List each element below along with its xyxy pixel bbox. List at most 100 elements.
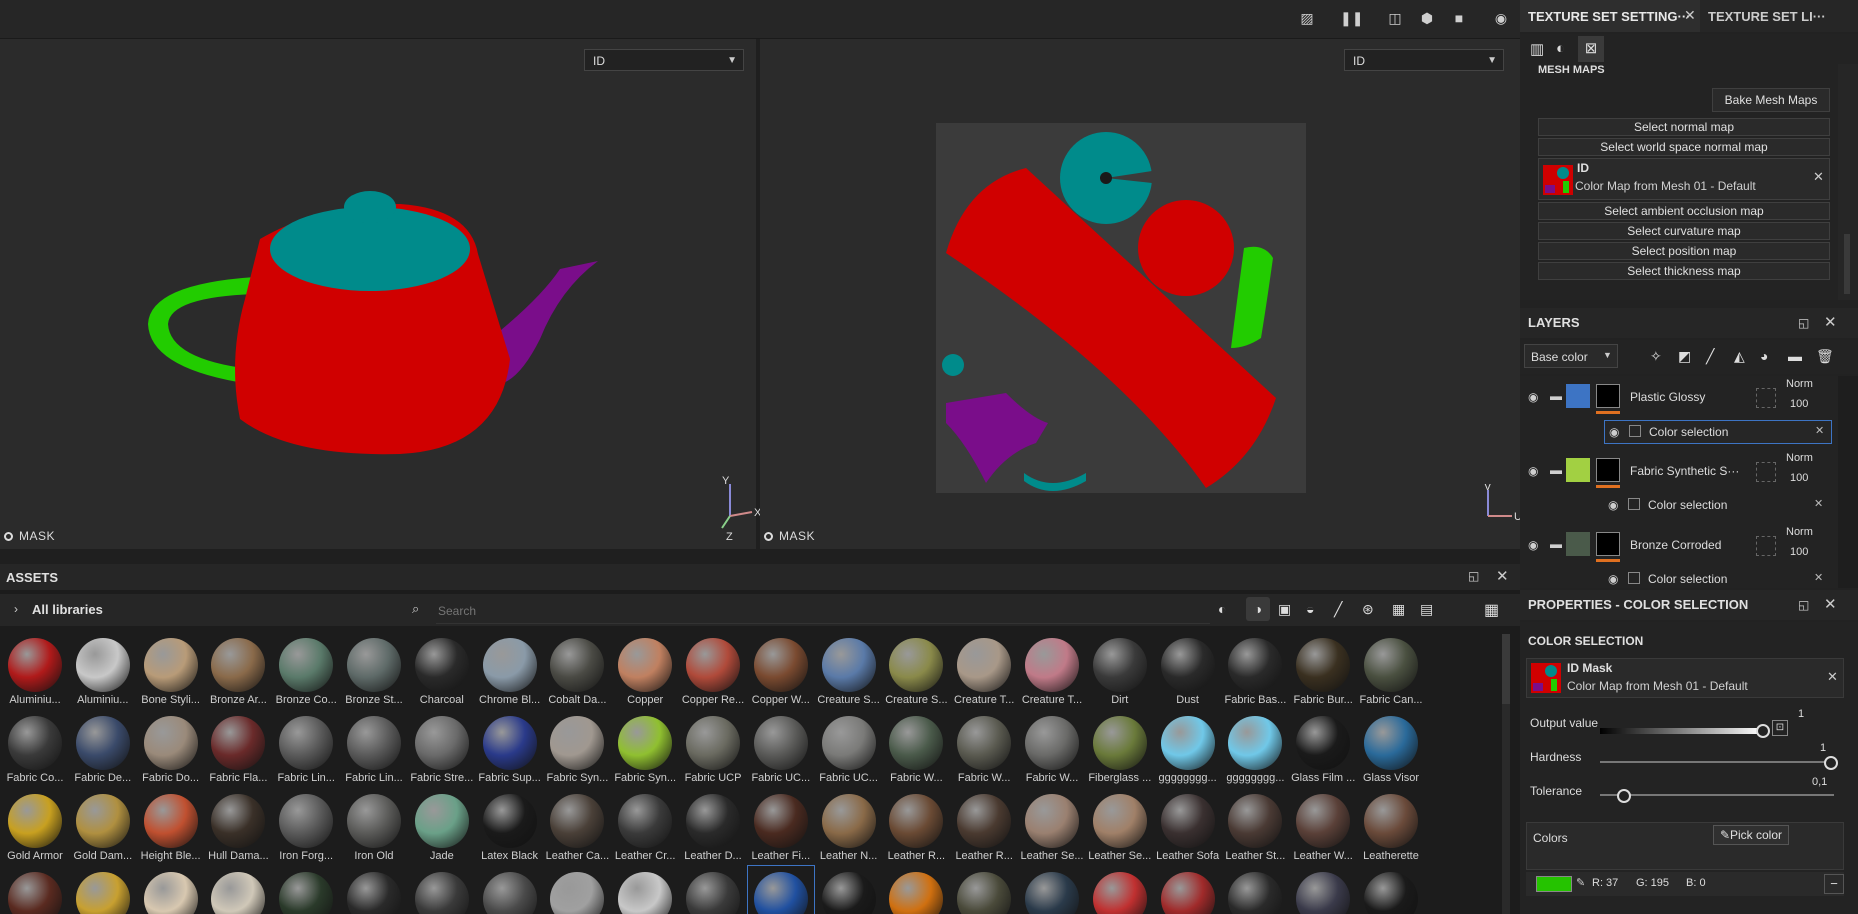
- asset-item[interactable]: Fiberglass ...: [1087, 710, 1153, 786]
- select-thickness-map-button[interactable]: Select thickness map: [1538, 262, 1830, 280]
- select-curvature-map-button[interactable]: Select curvature map: [1538, 222, 1830, 240]
- select-world-space-normal-map-button[interactable]: Select world space normal map: [1538, 138, 1830, 156]
- layer-name[interactable]: Fabric Synthetic S···: [1630, 464, 1739, 478]
- asset-item[interactable]: Fabric De...: [70, 710, 136, 786]
- asset-item[interactable]: Bronze St...: [341, 632, 407, 708]
- asset-item[interactable]: Latex Black: [477, 788, 543, 864]
- asset-item[interactable]: [951, 866, 1017, 914]
- asset-item[interactable]: [544, 866, 610, 914]
- filter-environments-icon[interactable]: ▤: [1420, 601, 1433, 618]
- color-selection-effect[interactable]: ◉ Color selection ✕: [1604, 494, 1832, 518]
- asset-item[interactable]: [138, 866, 204, 914]
- asset-item[interactable]: Leather R...: [951, 788, 1017, 864]
- library-breadcrumb[interactable]: All libraries: [32, 602, 103, 617]
- asset-item[interactable]: [680, 866, 746, 914]
- asset-item[interactable]: [70, 866, 136, 914]
- asset-item[interactable]: Fabric Syn...: [544, 710, 610, 786]
- asset-item[interactable]: Aluminiu...: [70, 632, 136, 708]
- asset-item[interactable]: Leather St...: [1222, 788, 1288, 864]
- viewport-2d[interactable]: ID ▼ V U MASK: [760, 39, 1522, 549]
- delete-layer-icon[interactable]: 🗑: [1816, 348, 1834, 365]
- asset-item[interactable]: gggggggg...: [1222, 710, 1288, 786]
- hide-ui-icon[interactable]: ▨: [1298, 10, 1316, 26]
- asset-item[interactable]: Fabric Co...: [2, 710, 68, 786]
- asset-item[interactable]: Creature S...: [883, 632, 949, 708]
- screenshot-camera-icon[interactable]: ◉: [1492, 10, 1510, 26]
- asset-item[interactable]: Gold Dam...: [70, 788, 136, 864]
- layer-opacity[interactable]: 100: [1790, 472, 1808, 484]
- color-swatch[interactable]: [1536, 876, 1572, 892]
- asset-item[interactable]: Charcoal: [409, 632, 475, 708]
- asset-item[interactable]: Fabric Syn...: [612, 710, 678, 786]
- tab-texture-set-settings[interactable]: TEXTURE SET SETTING··· ✕: [1520, 0, 1700, 32]
- asset-item[interactable]: Bone Styli...: [138, 632, 204, 708]
- asset-item[interactable]: Chrome Bl...: [477, 632, 543, 708]
- eye-icon[interactable]: ◉: [1609, 425, 1619, 439]
- mask-toggle-2d[interactable]: MASK: [764, 529, 815, 543]
- assets-scrollbar[interactable]: [1502, 634, 1510, 914]
- asset-item[interactable]: [746, 865, 815, 914]
- color-selection-effect[interactable]: ◉ Color selection ✕: [1604, 420, 1832, 444]
- asset-item[interactable]: Glass Film ...: [1290, 710, 1356, 786]
- asset-item[interactable]: [273, 866, 339, 914]
- asset-item[interactable]: Iron Old: [341, 788, 407, 864]
- asset-item[interactable]: Leather Cr...: [612, 788, 678, 864]
- asset-item[interactable]: Leather R...: [883, 788, 949, 864]
- asset-item[interactable]: Aluminiu...: [2, 632, 68, 708]
- remove-color-icon[interactable]: −: [1824, 874, 1844, 894]
- add-folder-icon[interactable]: ▬: [1788, 348, 1802, 364]
- bake-mesh-maps-button[interactable]: Bake Mesh Maps: [1712, 88, 1830, 112]
- add-smart-material-icon[interactable]: ◕: [1760, 348, 1768, 364]
- asset-item[interactable]: Hull Dama...: [205, 788, 271, 864]
- close-icon[interactable]: ✕: [1824, 308, 1837, 338]
- remove-id-mask-icon[interactable]: ✕: [1827, 669, 1838, 685]
- color-selection-effect[interactable]: ◉ Color selection ✕: [1604, 568, 1832, 588]
- asset-item[interactable]: Fabric Fla...: [205, 710, 271, 786]
- asset-item[interactable]: Glass Visor: [1358, 710, 1424, 786]
- asset-item[interactable]: Leather Se...: [1019, 788, 1085, 864]
- asset-item[interactable]: Fabric W...: [1019, 710, 1085, 786]
- filter-generators-icon[interactable]: ◒: [1306, 601, 1314, 617]
- mesh-maps-scrollbar[interactable]: [1838, 64, 1858, 300]
- hardness-slider[interactable]: [1600, 761, 1834, 763]
- search-input[interactable]: [436, 599, 1210, 624]
- asset-item[interactable]: Creature S...: [816, 632, 882, 708]
- asset-item[interactable]: [341, 866, 407, 914]
- asset-item[interactable]: Fabric Lin...: [273, 710, 339, 786]
- blend-mode[interactable]: Norm: [1786, 526, 1813, 538]
- eye-icon[interactable]: ◉: [1608, 572, 1618, 586]
- asset-item[interactable]: Leather Sofa: [1155, 788, 1221, 864]
- asset-item[interactable]: Cobalt Da...: [544, 632, 610, 708]
- asset-item[interactable]: Creature T...: [951, 632, 1017, 708]
- eye-icon[interactable]: ◉: [1528, 464, 1538, 478]
- id-map-slot[interactable]: ID Color Map from Mesh 01 - Default ✕: [1538, 158, 1830, 200]
- asset-item[interactable]: Fabric Do...: [138, 710, 204, 786]
- maximize-icon[interactable]: ◱: [1798, 590, 1809, 620]
- asset-item[interactable]: Leatherette: [1358, 788, 1424, 864]
- layer-row[interactable]: ◉ ▬ Bronze Corroded Norm 100 ◉ Color selection…: [1520, 524, 1838, 588]
- asset-item[interactable]: Fabric Lin...: [341, 710, 407, 786]
- close-icon[interactable]: ✕: [1684, 7, 1696, 24]
- add-fill-layer-icon[interactable]: ◭: [1734, 348, 1745, 365]
- filter-brushes-icon[interactable]: ╱: [1334, 601, 1342, 618]
- asset-item[interactable]: Copper: [612, 632, 678, 708]
- blend-mode[interactable]: Norm: [1786, 378, 1813, 390]
- layer-opacity[interactable]: 100: [1790, 546, 1808, 558]
- asset-item[interactable]: gggggggg...: [1155, 710, 1221, 786]
- asset-item[interactable]: Fabric W...: [951, 710, 1017, 786]
- filter-textures-icon[interactable]: ⊛: [1362, 601, 1374, 618]
- asset-item[interactable]: Creature T...: [1019, 632, 1085, 708]
- hardness-knob[interactable]: [1824, 756, 1838, 770]
- camera-video-icon[interactable]: ■: [1450, 10, 1468, 26]
- layer-name[interactable]: Plastic Glossy: [1630, 390, 1705, 404]
- layer-opacity[interactable]: 100: [1790, 398, 1808, 410]
- asset-item[interactable]: [1290, 866, 1356, 914]
- select-normal-map-button[interactable]: Select normal map: [1538, 118, 1830, 136]
- maximize-icon[interactable]: ◱: [1798, 308, 1809, 338]
- asset-item[interactable]: [816, 866, 882, 914]
- asset-item[interactable]: Fabric Can...: [1358, 632, 1424, 708]
- asset-item[interactable]: [612, 866, 678, 914]
- eye-icon[interactable]: ◉: [1528, 538, 1538, 552]
- select-position-map-button[interactable]: Select position map: [1538, 242, 1830, 260]
- asset-item[interactable]: Jade: [409, 788, 475, 864]
